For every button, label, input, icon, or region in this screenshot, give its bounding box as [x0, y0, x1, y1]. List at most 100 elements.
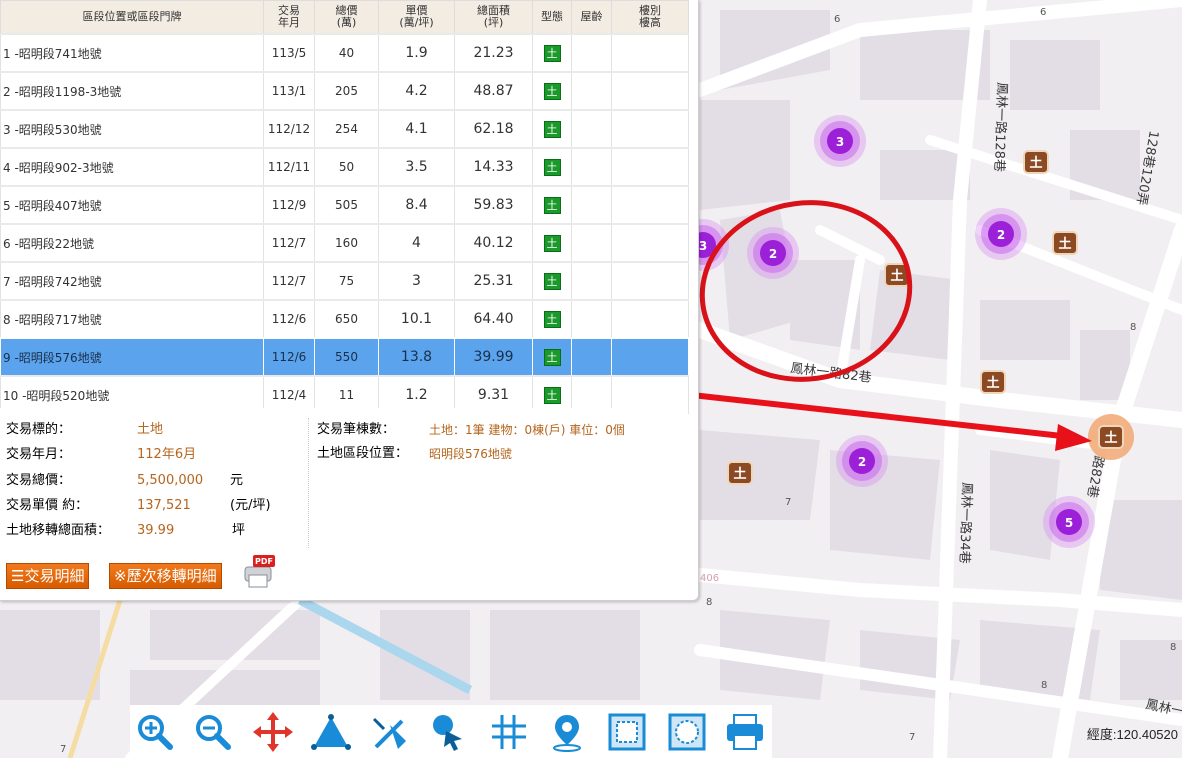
- land-type-icon: 土: [532, 147, 572, 187]
- cell-date: 112/11: [263, 147, 315, 187]
- map-toolbar: [130, 705, 772, 758]
- svg-text:PDF: PDF: [255, 557, 273, 566]
- land-marker-selected[interactable]: 土: [1088, 414, 1134, 460]
- measure-area-icon[interactable]: [310, 711, 352, 753]
- pan-icon[interactable]: [252, 711, 294, 753]
- cell-floor: [611, 337, 689, 377]
- cluster-count: 2: [858, 455, 866, 469]
- land-marker-label: 土: [890, 268, 903, 284]
- column-header[interactable]: 交易 年月: [263, 0, 315, 35]
- cluster-marker[interactable]: 5: [1043, 496, 1095, 548]
- cell-area: 64.40: [454, 299, 533, 339]
- cell-loc: 2 -昭明段1198-3地號: [0, 71, 264, 111]
- detail-target-label: 交易標的：: [6, 422, 72, 437]
- column-header[interactable]: 屋齡: [571, 0, 612, 35]
- detail-total-unit: 元: [230, 473, 244, 488]
- cell-age: [571, 109, 612, 149]
- map-num: 8: [1130, 322, 1136, 333]
- table-row[interactable]: 2 -昭明段1198-3地號 113/1 205 4.2 48.87 土: [0, 71, 689, 111]
- map-num: 6: [834, 14, 840, 25]
- table-row[interactable]: 3 -昭明段530地號 112/12 254 4.1 62.18 土: [0, 109, 689, 149]
- detail-divider: [308, 418, 310, 548]
- land-type-badge: 土: [543, 234, 561, 252]
- table-row[interactable]: 6 -昭明段22地號 112/7 160 4 40.12 土: [0, 223, 689, 263]
- column-header[interactable]: 總面積 (坪): [454, 0, 533, 35]
- land-marker[interactable]: 土: [1052, 231, 1078, 255]
- column-header[interactable]: 區段位置或區段門牌: [0, 0, 264, 35]
- identify-icon[interactable]: [428, 711, 470, 753]
- detail-unit-value: 137,521: [137, 498, 191, 513]
- cell-total: 160: [314, 223, 379, 263]
- coordinate-readout: 經度:120.40520: [1086, 727, 1178, 742]
- cell-floor: [611, 261, 689, 301]
- table-row-selected[interactable]: 9 -昭明段576地號 112/6 550 13.8 39.99 土: [0, 337, 689, 377]
- zoom-in-icon[interactable]: [134, 711, 176, 753]
- cell-area: 21.23: [454, 33, 533, 73]
- cell-area: 40.12: [454, 223, 533, 263]
- map-num: 7: [785, 497, 791, 508]
- print-icon[interactable]: [724, 711, 766, 753]
- land-type-badge: 土: [543, 158, 561, 176]
- cell-unit: 4: [378, 223, 455, 263]
- transaction-detail-button[interactable]: ☰交易明細: [6, 563, 90, 589]
- table-row[interactable]: 1 -昭明段741地號 113/5 40 1.9 21.23 土: [0, 33, 689, 73]
- cell-unit: 3: [378, 261, 455, 301]
- cell-floor: [611, 223, 689, 263]
- column-header[interactable]: 樓別 樓高: [611, 0, 689, 35]
- map-num: 8: [706, 597, 712, 608]
- land-marker[interactable]: 土: [1023, 150, 1049, 174]
- land-marker[interactable]: 土: [980, 370, 1006, 394]
- cluster-marker[interactable]: 2: [975, 208, 1027, 260]
- select-rectangle-icon[interactable]: [606, 711, 648, 753]
- cell-area: 14.33: [454, 147, 533, 187]
- detail-target-value: 土地: [137, 422, 164, 437]
- cell-date: 113/1: [263, 71, 315, 111]
- table-row[interactable]: 8 -昭明段717地號 112/6 650 10.1 64.40 土: [0, 299, 689, 339]
- street-label-34: 鳳林一路34巷: [956, 482, 975, 564]
- cluster-marker[interactable]: 2: [747, 227, 799, 279]
- select-circle-icon[interactable]: [666, 711, 708, 753]
- land-marker-label: 土: [986, 375, 999, 391]
- street-label-128: 鳳林一路128巷: [991, 82, 1010, 172]
- locate-pin-icon[interactable]: [546, 711, 588, 753]
- cell-floor: [611, 109, 689, 149]
- table-row[interactable]: 7 -昭明段742地號 112/7 75 3 25.31 土: [0, 261, 689, 301]
- detail-total-value: 5,500,000: [137, 473, 204, 488]
- cell-unit: 13.8: [378, 337, 455, 377]
- cell-floor: [611, 71, 689, 111]
- cell-loc: 9 -昭明段576地號: [0, 337, 264, 377]
- transfer-history-button[interactable]: ※歷次移轉明細: [109, 563, 222, 589]
- detail-unit-label: 交易單價 約：: [6, 498, 89, 513]
- cell-floor: [611, 299, 689, 339]
- land-marker-label: 土: [1058, 236, 1071, 252]
- land-type-icon: 土: [532, 33, 572, 73]
- cluster-marker[interactable]: 3: [814, 115, 866, 167]
- map-num: 8: [1170, 642, 1176, 653]
- cell-loc: 4 -昭明段902-3地號: [0, 147, 264, 187]
- pdf-print-icon[interactable]: PDF: [241, 553, 275, 589]
- detail-area-unit: 坪: [232, 523, 246, 538]
- column-header[interactable]: 單價 (萬/坪): [378, 0, 455, 35]
- measure-distance-icon[interactable]: [370, 711, 412, 753]
- table-row[interactable]: 5 -昭明段407地號 112/9 505 8.4 59.83 土: [0, 185, 689, 225]
- detail-unit-unit: (元/坪): [230, 498, 271, 513]
- transaction-table: 區段位置或區段門牌 交易 年月 總價 (萬) 單價 (萬/坪) 總面積 (坪) 型態 屋…: [0, 0, 689, 414]
- cell-loc: 8 -昭明段717地號: [0, 299, 264, 339]
- cell-total: 550: [314, 337, 379, 377]
- table-header-row: 區段位置或區段門牌 交易 年月 總價 (萬) 單價 (萬/坪) 總面積 (坪) 型態 屋…: [0, 0, 689, 35]
- detail-count-value: 土地：1筆 建物：0棟(戶) 車位：0個: [429, 423, 625, 437]
- cell-floor: [611, 147, 689, 187]
- land-marker-label: 土: [1104, 430, 1117, 446]
- land-marker[interactable]: 土: [727, 461, 753, 485]
- road-intersection-icon[interactable]: [488, 711, 530, 753]
- column-header[interactable]: 總價 (萬): [314, 0, 379, 35]
- cluster-marker[interactable]: 2: [836, 435, 888, 487]
- detail-count-label: 交易筆棟數：: [317, 422, 396, 437]
- land-type-icon: 土: [532, 223, 572, 263]
- table-row[interactable]: 4 -昭明段902-3地號 112/11 50 3.5 14.33 土: [0, 147, 689, 187]
- map-num: 7: [909, 732, 915, 743]
- cell-area: 59.83: [454, 185, 533, 225]
- cell-area: 25.31: [454, 261, 533, 301]
- column-header[interactable]: 型態: [532, 0, 572, 35]
- zoom-out-icon[interactable]: [192, 711, 234, 753]
